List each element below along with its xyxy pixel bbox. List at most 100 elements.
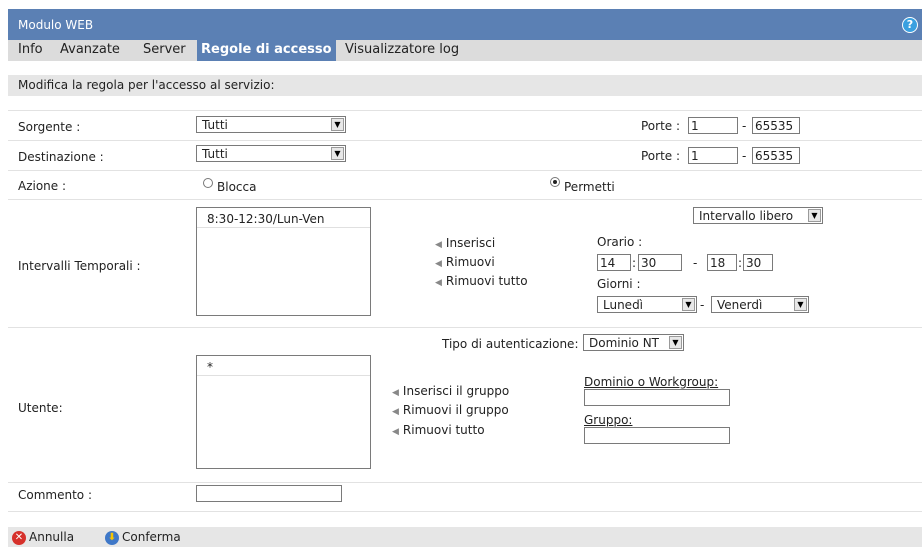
input-value: 65535 [755, 119, 794, 133]
action-label: Rimuovi tutto [445, 274, 528, 288]
section-title: Modifica la regola per l'accesso al serv… [18, 78, 275, 92]
destination-select[interactable]: Tutti ▼ [196, 145, 346, 162]
user-label: Utente: [18, 401, 63, 415]
action-label: Inserisci il gruppo [402, 384, 510, 398]
destination-port-from-input[interactable]: 1 [688, 147, 738, 164]
day-from-value: Lunedì [603, 298, 644, 312]
hours-separator: - [693, 256, 698, 270]
comment-input[interactable] [196, 485, 342, 502]
input-value: 30 [746, 256, 762, 270]
start-hour-input[interactable]: 14 [597, 254, 631, 271]
source-label: Sorgente : [18, 120, 81, 134]
action-label: Rimuovi tutto [402, 423, 485, 437]
input-value: 1 [691, 119, 699, 133]
window-titlebar: Modulo WEB ? [8, 9, 922, 40]
action-label: Inserisci [445, 236, 496, 250]
triangle-left-icon: ◀ [435, 240, 442, 250]
list-item[interactable]: 8:30-12:30/Lun-Ven [197, 208, 370, 228]
chevron-down-icon: ▼ [808, 209, 821, 222]
end-hour-input[interactable]: 18 [707, 254, 737, 271]
source-port-to-input[interactable]: 65535 [752, 117, 800, 134]
input-value: 14 [600, 256, 616, 270]
divider [8, 140, 922, 141]
destination-ports-label: Porte : [641, 149, 681, 163]
block-radio-label: Blocca [217, 180, 257, 194]
tab-visualizzatore-log[interactable]: Visualizzatore log [341, 40, 463, 61]
interval-mode-value: Intervallo libero [699, 209, 794, 223]
source-select-value: Tutti [202, 118, 228, 132]
chevron-down-icon: ▼ [794, 298, 807, 311]
input-value: 1 [691, 149, 699, 163]
group-input[interactable] [584, 427, 730, 444]
remove-group-button[interactable]: ◀ Rimuovi il gruppo [392, 403, 509, 417]
tab-server[interactable]: Server [139, 40, 190, 61]
input-value: 30 [641, 256, 657, 270]
end-minute-input[interactable]: 30 [743, 254, 773, 271]
tab-bar: Info Avanzate Server Regole di accesso V… [8, 40, 922, 61]
action-label: Rimuovi [445, 255, 495, 269]
input-value: 18 [710, 256, 726, 270]
user-list[interactable]: * [196, 355, 371, 469]
tab-avanzate[interactable]: Avanzate [56, 40, 124, 61]
help-icon[interactable]: ? [902, 17, 918, 33]
tab-label: Regole di accesso [201, 42, 332, 57]
auth-type-select[interactable]: Dominio NT ▼ [583, 334, 684, 351]
day-to-select[interactable]: Venerdì ▼ [711, 296, 809, 313]
tab-label: Server [143, 42, 186, 57]
action-label: Azione : [18, 179, 67, 193]
triangle-left-icon: ◀ [435, 278, 442, 288]
port-separator: - [742, 119, 747, 133]
start-minute-input[interactable]: 30 [638, 254, 682, 271]
tab-label: Info [18, 42, 43, 57]
hours-label: Orario : [597, 235, 643, 249]
source-select[interactable]: Tutti ▼ [196, 116, 346, 133]
chevron-down-icon: ▼ [331, 118, 344, 131]
remove-all-intervals-button[interactable]: ◀ Rimuovi tutto [435, 274, 528, 288]
chevron-down-icon: ▼ [331, 147, 344, 160]
cancel-label: Annulla [29, 530, 75, 544]
allow-radio-label: Permetti [564, 180, 615, 194]
time-colon: : [632, 256, 637, 270]
tab-regole-di-accesso[interactable]: Regole di accesso [197, 40, 336, 61]
list-item[interactable]: * [197, 356, 370, 376]
divider [8, 170, 922, 171]
domain-input[interactable] [584, 389, 730, 406]
tab-label: Avanzate [60, 42, 120, 57]
cancel-button[interactable]: ✕ Annulla [12, 530, 74, 545]
remove-all-groups-button[interactable]: ◀ Rimuovi tutto [392, 423, 485, 437]
day-to-value: Venerdì [717, 298, 763, 312]
allow-radio[interactable] [550, 177, 560, 187]
day-from-select[interactable]: Lunedì ▼ [597, 296, 697, 313]
port-separator: - [742, 149, 747, 163]
interval-mode-select[interactable]: Intervallo libero ▼ [693, 207, 823, 224]
destination-port-to-input[interactable]: 65535 [752, 147, 800, 164]
block-radio[interactable] [203, 178, 213, 188]
time-colon: : [738, 256, 743, 270]
triangle-left-icon: ◀ [392, 407, 399, 417]
auth-type-label: Tipo di autenticazione: [442, 337, 579, 351]
triangle-left-icon: ◀ [435, 259, 442, 269]
source-port-from-input[interactable]: 1 [688, 117, 738, 134]
confirm-icon: ⬇ [105, 530, 119, 545]
time-intervals-list[interactable]: 8:30-12:30/Lun-Ven [196, 207, 371, 316]
triangle-left-icon: ◀ [392, 388, 399, 398]
tab-label: Visualizzatore log [345, 42, 460, 57]
divider [8, 511, 922, 512]
tab-info[interactable]: Info [14, 40, 47, 61]
section-header: Modifica la regola per l'accesso al serv… [8, 75, 922, 96]
input-value: 65535 [755, 149, 794, 163]
source-ports-label: Porte : [641, 119, 681, 133]
divider [8, 110, 922, 111]
days-label: Giorni : [597, 277, 641, 291]
remove-interval-button[interactable]: ◀ Rimuovi [435, 255, 495, 269]
triangle-left-icon: ◀ [392, 427, 399, 437]
divider [8, 327, 922, 328]
window-title: Modulo WEB [18, 18, 94, 32]
comment-label: Commento : [18, 488, 92, 502]
confirm-button[interactable]: ⬇ Conferma [105, 530, 181, 545]
insert-group-button[interactable]: ◀ Inserisci il gruppo [392, 384, 509, 398]
insert-interval-button[interactable]: ◀ Inserisci [435, 236, 495, 250]
confirm-label: Conferma [122, 530, 181, 544]
auth-type-value: Dominio NT [589, 336, 660, 350]
cancel-icon: ✕ [12, 530, 26, 545]
